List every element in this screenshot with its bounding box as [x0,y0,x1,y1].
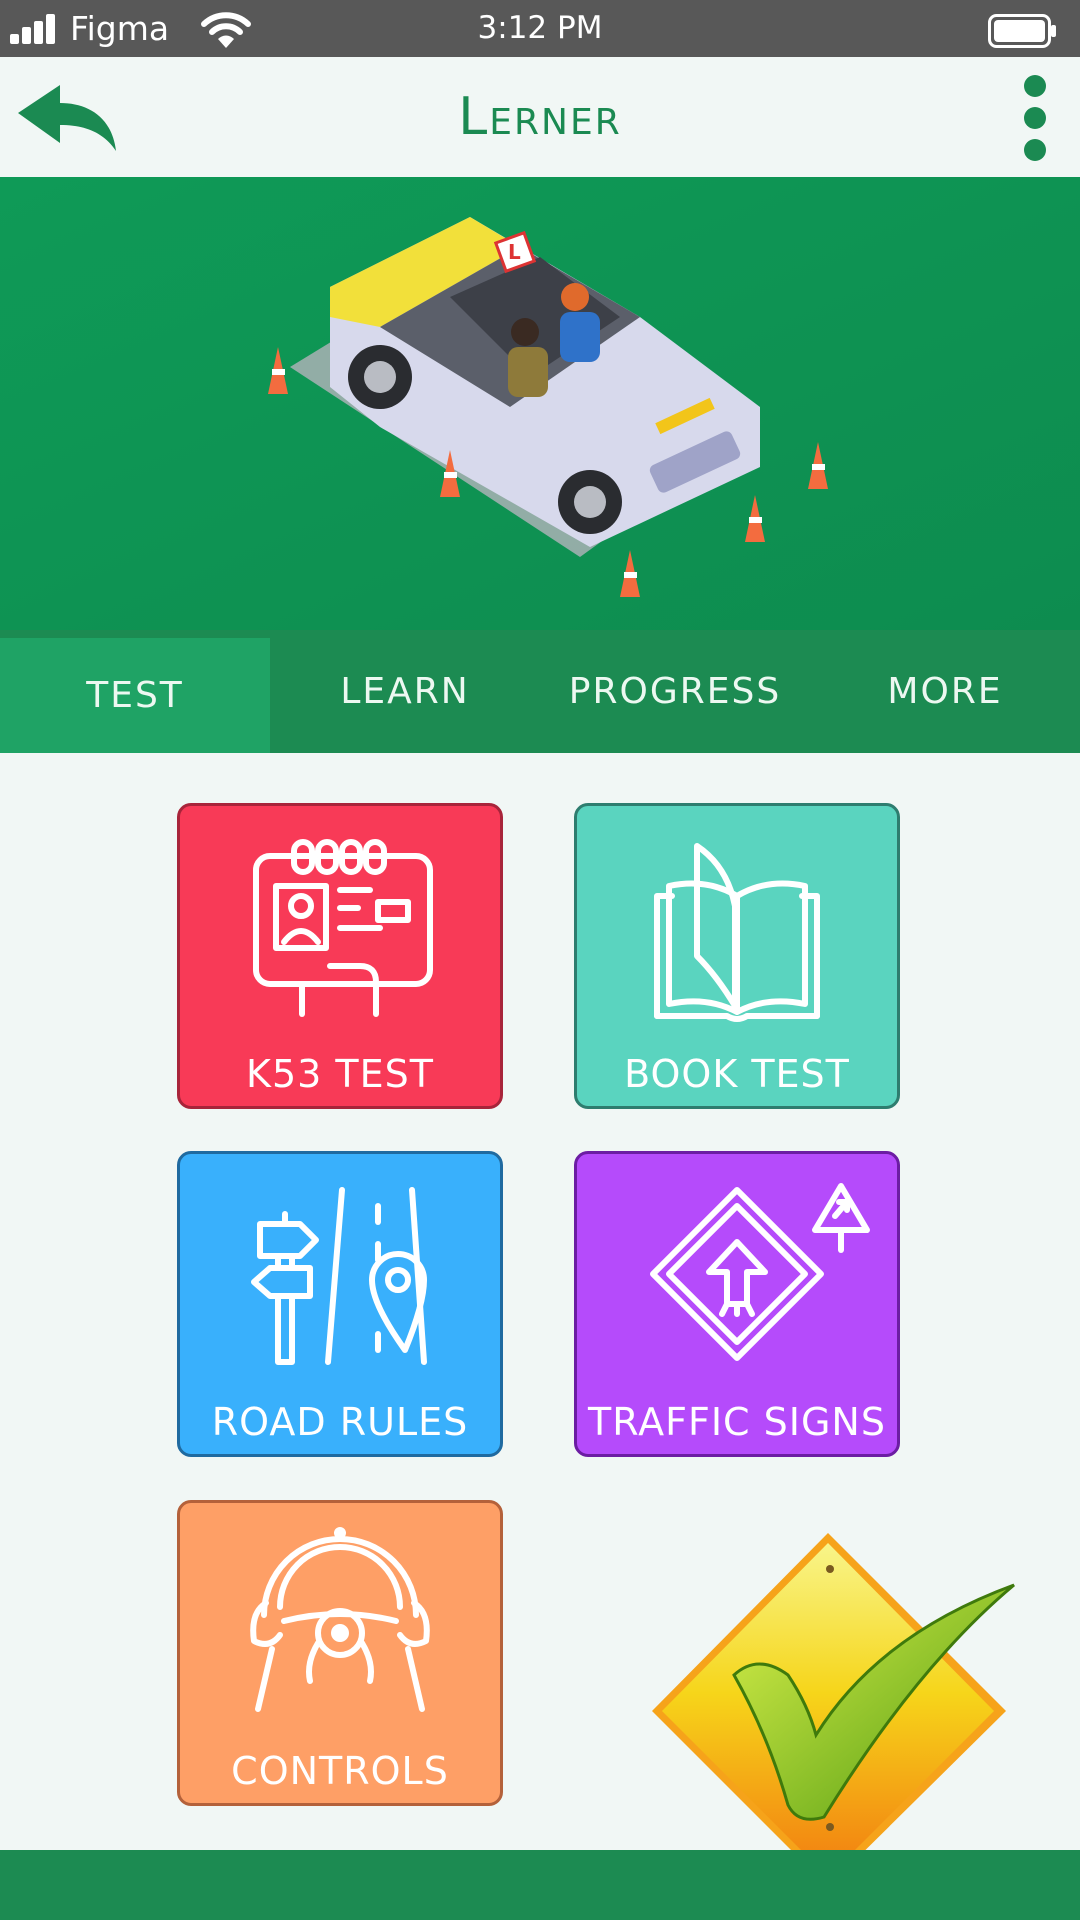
k53-test-button[interactable]: K53 TEST [177,803,503,1109]
tab-test[interactable]: TEST [0,638,270,753]
kebab-menu-icon[interactable] [1012,75,1060,161]
book-test-button[interactable]: BOOK TEST [574,803,900,1109]
tab-progress[interactable]: PROGRESS [540,630,810,753]
battery-icon [988,14,1056,48]
tile-label: BOOK TEST [624,1052,850,1096]
road-rules-button[interactable]: ROAD RULES [177,1151,503,1457]
license-card-icon [253,839,433,1017]
tab-more[interactable]: MORE [810,630,1080,753]
steering-wheel-icon [250,1527,430,1712]
app-title: Lerner [458,87,622,147]
traffic-signs-button[interactable]: TRAFFIC SIGNS [574,1151,900,1457]
status-bar: Figma 3:12 PM [0,0,1080,57]
road-signpost-icon [251,1187,427,1365]
tab-bar: TEST LEARN PROGRESS MORE [0,630,1080,753]
traffic-sign-icon [650,1183,870,1361]
status-time: 3:12 PM [477,10,603,46]
tile-label: K53 TEST [246,1052,434,1096]
checkmark-sign-icon [652,1533,1015,1887]
hero-banner: L [0,177,1080,637]
open-book-icon [654,843,820,1022]
tile-label: ROAD RULES [211,1400,469,1444]
tab-learn[interactable]: LEARN [270,630,540,753]
tile-label: CONTROLS [231,1749,449,1793]
svg-text:L: L [508,240,521,264]
tile-label: TRAFFIC SIGNS [588,1400,886,1444]
controls-button[interactable]: CONTROLS [177,1500,503,1806]
bottom-bar [0,1850,1080,1920]
app-bar: Lerner [0,57,1080,177]
driving-school-car-illustration: L [0,177,1080,637]
